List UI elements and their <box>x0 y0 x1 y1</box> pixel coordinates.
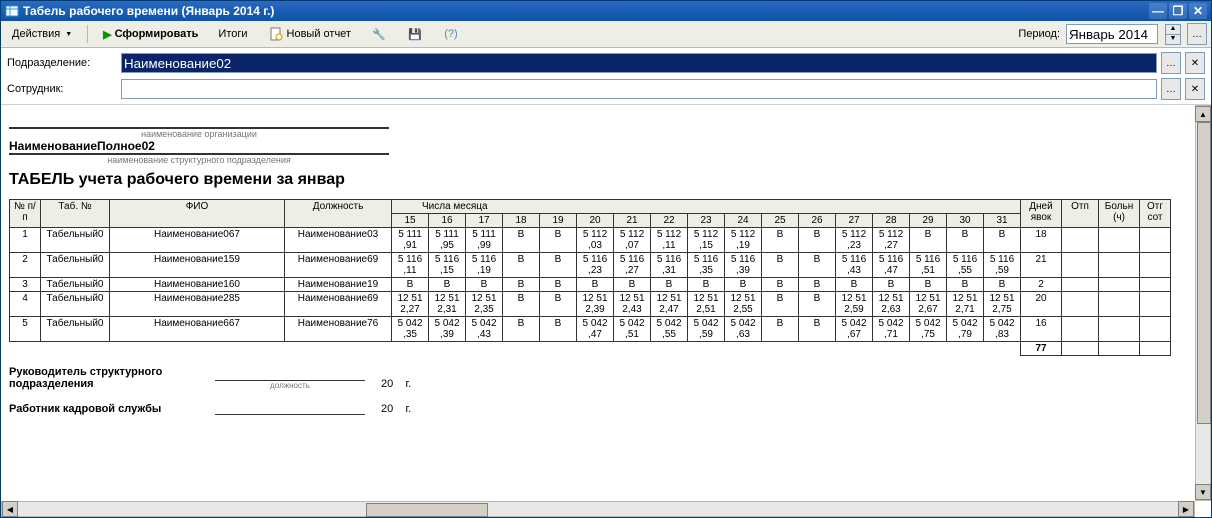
chevron-down-icon: ▼ <box>65 31 72 38</box>
col-day: 25 <box>762 214 799 228</box>
scroll-up-button[interactable]: ▲ <box>1195 106 1211 122</box>
play-icon: ▶ <box>103 28 111 41</box>
col-day: 27 <box>836 214 873 228</box>
table-row: 3Табельный0Наименование160Наименование19… <box>10 278 1171 292</box>
employee-clear-button[interactable]: ✕ <box>1185 78 1205 100</box>
department-clear-button[interactable]: ✕ <box>1185 52 1205 74</box>
report-body: наименование организации НаименованиеПол… <box>1 105 1195 501</box>
table-row: 5Табельный0Наименование667Наименование76… <box>10 317 1171 342</box>
toolbar: Действия▼ ▶ Сформировать Итоги Новый отч… <box>1 21 1211 48</box>
org-caption: наименование организации <box>9 128 389 139</box>
new-report-button[interactable]: Новый отчет <box>261 23 358 45</box>
spin-down-button[interactable]: ▼ <box>1165 35 1181 45</box>
vertical-scrollbar[interactable]: ▲ ▼ <box>1195 105 1211 501</box>
period-label: Период: <box>1018 28 1060 40</box>
col-vac: Отп <box>1062 200 1099 228</box>
employee-input[interactable] <box>121 79 1157 99</box>
scroll-thumb-v[interactable] <box>1197 122 1211 424</box>
department-label: Подразделение: <box>7 57 117 69</box>
employee-label: Сотрудник: <box>7 83 117 95</box>
filter-panel: Подразделение: … ✕ Сотрудник: … ✕ <box>1 48 1211 105</box>
sign-head-label: Руководитель структурного подразделения <box>9 366 209 390</box>
close-button[interactable]: ✕ <box>1189 3 1207 19</box>
col-day: 23 <box>688 214 725 228</box>
employee-select-button[interactable]: … <box>1161 78 1181 100</box>
report-area: наименование организации НаименованиеПол… <box>1 105 1211 517</box>
col-np: № п/п <box>10 200 41 228</box>
sign-position-caption: должность <box>215 381 365 390</box>
col-days-header: Числа месяца <box>392 200 1021 214</box>
table-row: 4Табельный0Наименование285Наименование69… <box>10 292 1171 317</box>
sign-hr-label: Работник кадровой службы <box>9 403 209 415</box>
actions-menu[interactable]: Действия▼ <box>5 25 79 43</box>
totals-button[interactable]: Итоги <box>211 25 254 43</box>
org-name: НаименованиеПолное02 <box>9 139 389 154</box>
title-text: Табель рабочего времени (Январь 2014 г.) <box>23 4 274 18</box>
department-select-button[interactable]: … <box>1161 52 1181 74</box>
col-position: Должность <box>285 200 392 228</box>
help-icon: (?) <box>443 26 459 42</box>
dept-caption: наименование структурного подразделения <box>9 154 389 165</box>
col-miss: Отг сот <box>1140 200 1171 228</box>
table-row: 1Табельный0Наименование067Наименование03… <box>10 228 1171 253</box>
col-day: 28 <box>873 214 910 228</box>
app-window: Табель рабочего времени (Январь 2014 г.)… <box>0 0 1212 518</box>
wrench-icon: 🔧 <box>371 26 387 42</box>
total-attend: 77 <box>1021 342 1062 356</box>
col-day: 31 <box>984 214 1021 228</box>
scroll-right-button[interactable]: ▶ <box>1178 501 1194 517</box>
table-row: 2Табельный0Наименование159Наименование69… <box>10 253 1171 278</box>
save-settings-button[interactable]: 💾 <box>400 23 430 45</box>
generate-button[interactable]: ▶ Сформировать <box>96 25 205 44</box>
col-day: 20 <box>577 214 614 228</box>
new-report-icon <box>268 26 284 42</box>
col-day: 29 <box>910 214 947 228</box>
department-input[interactable] <box>121 53 1157 73</box>
col-day: 26 <box>799 214 836 228</box>
help-button[interactable]: (?) <box>436 23 466 45</box>
settings-button[interactable]: 🔧 <box>364 23 394 45</box>
col-attend: Дней явок <box>1021 200 1062 228</box>
scroll-left-button[interactable]: ◀ <box>2 501 18 517</box>
scroll-down-button[interactable]: ▼ <box>1195 484 1211 500</box>
title-bar: Табель рабочего времени (Январь 2014 г.)… <box>1 1 1211 21</box>
spin-up-button[interactable]: ▲ <box>1165 24 1181 35</box>
col-day: 19 <box>540 214 577 228</box>
col-fio: ФИО <box>110 200 285 228</box>
col-day: 21 <box>614 214 651 228</box>
horizontal-scrollbar[interactable]: ◀ ▶ <box>1 501 1195 517</box>
col-day: 22 <box>651 214 688 228</box>
col-day: 24 <box>725 214 762 228</box>
report-title: ТАБЕЛЬ учета рабочего времени за январ <box>9 171 1187 189</box>
col-sick: Больн (ч) <box>1099 200 1140 228</box>
period-input[interactable] <box>1066 24 1158 44</box>
period-spin: ▲ ▼ <box>1165 24 1181 45</box>
app-icon <box>5 4 19 18</box>
minimize-button[interactable]: — <box>1149 3 1167 19</box>
timesheet-table: № п/п Таб. № ФИО Должность Числа месяца … <box>9 199 1171 356</box>
col-day: 16 <box>429 214 466 228</box>
col-tabno: Таб. № <box>41 200 110 228</box>
col-day: 15 <box>392 214 429 228</box>
col-day: 30 <box>947 214 984 228</box>
col-day: 18 <box>503 214 540 228</box>
save-icon: 💾 <box>407 26 423 42</box>
scroll-thumb-h[interactable] <box>366 503 488 517</box>
period-select-button[interactable]: … <box>1187 23 1207 45</box>
col-day: 17 <box>466 214 503 228</box>
maximize-button[interactable]: ❐ <box>1169 3 1187 19</box>
